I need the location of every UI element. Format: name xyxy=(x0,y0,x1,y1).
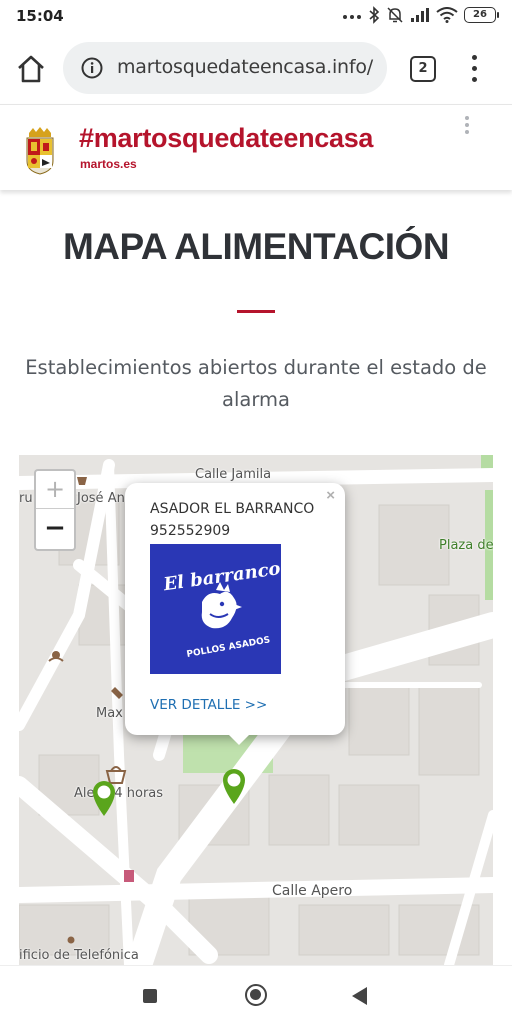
popup-logo-image: El barranco POLLOS ASADOS xyxy=(150,544,281,674)
street-label-ru: ru xyxy=(19,491,33,506)
poi-label-telefonica: ificio de Telefónica xyxy=(19,948,139,963)
site-subtitle[interactable]: martos.es xyxy=(80,157,137,171)
map-marker[interactable] xyxy=(89,777,119,817)
street-label-calle-apero: Calle Apero xyxy=(272,883,353,899)
address-bar[interactable]: martosquedateencasa.info/ xyxy=(63,42,387,94)
home-circle-icon[interactable] xyxy=(245,984,267,1006)
rooster-logo: El barranco POLLOS ASADOS xyxy=(150,544,281,674)
popup-phone[interactable]: 952552909 xyxy=(150,523,230,539)
site-title[interactable]: #martosquedateencasa xyxy=(79,123,373,154)
back-triangle-icon[interactable] xyxy=(352,987,367,1005)
page-title: MAPA ALIMENTACIÓN xyxy=(62,226,450,267)
url-text[interactable]: martosquedateencasa.info/ xyxy=(117,56,373,78)
android-nav-bar xyxy=(0,965,512,1024)
home-icon[interactable] xyxy=(14,52,48,86)
site-header: #martosquedateencasa martos.es xyxy=(0,104,512,190)
zoom-in-button[interactable]: + xyxy=(36,471,74,509)
title-divider xyxy=(237,310,275,313)
page-description: Establecimientos abiertos durante el est… xyxy=(25,356,487,411)
poi-label-max: Max xyxy=(96,706,123,721)
map-marker-selected[interactable] xyxy=(219,765,249,805)
site-menu-icon[interactable] xyxy=(462,115,472,135)
status-time: 15:04 xyxy=(16,7,64,25)
zoom-control: + − xyxy=(34,469,76,551)
menu-icon[interactable] xyxy=(466,54,484,84)
street-label-jose-antonio: José Ant xyxy=(77,491,130,506)
tabs-icon[interactable]: 2 xyxy=(410,56,436,82)
recents-square-icon[interactable] xyxy=(143,989,157,1003)
info-icon[interactable] xyxy=(81,57,103,79)
popup-close-button[interactable]: × xyxy=(326,487,335,504)
signal-icon xyxy=(411,8,429,22)
map[interactable]: Calle Jamila ru José Ant Plaza de Max Al… xyxy=(19,455,493,965)
battery-icon: 26 xyxy=(464,7,499,23)
browser-toolbar: martosquedateencasa.info/ 2 xyxy=(0,32,512,104)
martos-crest-logo[interactable] xyxy=(24,127,56,175)
popup-business-name: ASADOR EL BARRANCO xyxy=(150,501,315,517)
bluetooth-icon xyxy=(369,6,380,24)
map-popup: × ASADOR EL BARRANCO 952552909 El barran… xyxy=(125,483,345,745)
page: 15:04 26 martosquedateencasa.info/ 2 #ma… xyxy=(0,0,512,1024)
street-label-plaza: Plaza de xyxy=(439,538,493,553)
zoom-out-button[interactable]: − xyxy=(36,510,74,548)
street-label-calle-jamila: Calle Jamila xyxy=(195,467,272,482)
ver-detalle-link[interactable]: VER DETALLE >> xyxy=(150,697,267,713)
status-bar: 15:04 26 xyxy=(0,0,512,32)
wifi-icon xyxy=(436,7,458,23)
mute-bell-icon xyxy=(387,7,403,23)
status-icons: 26 xyxy=(342,5,499,25)
popup-tip xyxy=(227,733,251,745)
more-dots-icon xyxy=(343,15,361,19)
